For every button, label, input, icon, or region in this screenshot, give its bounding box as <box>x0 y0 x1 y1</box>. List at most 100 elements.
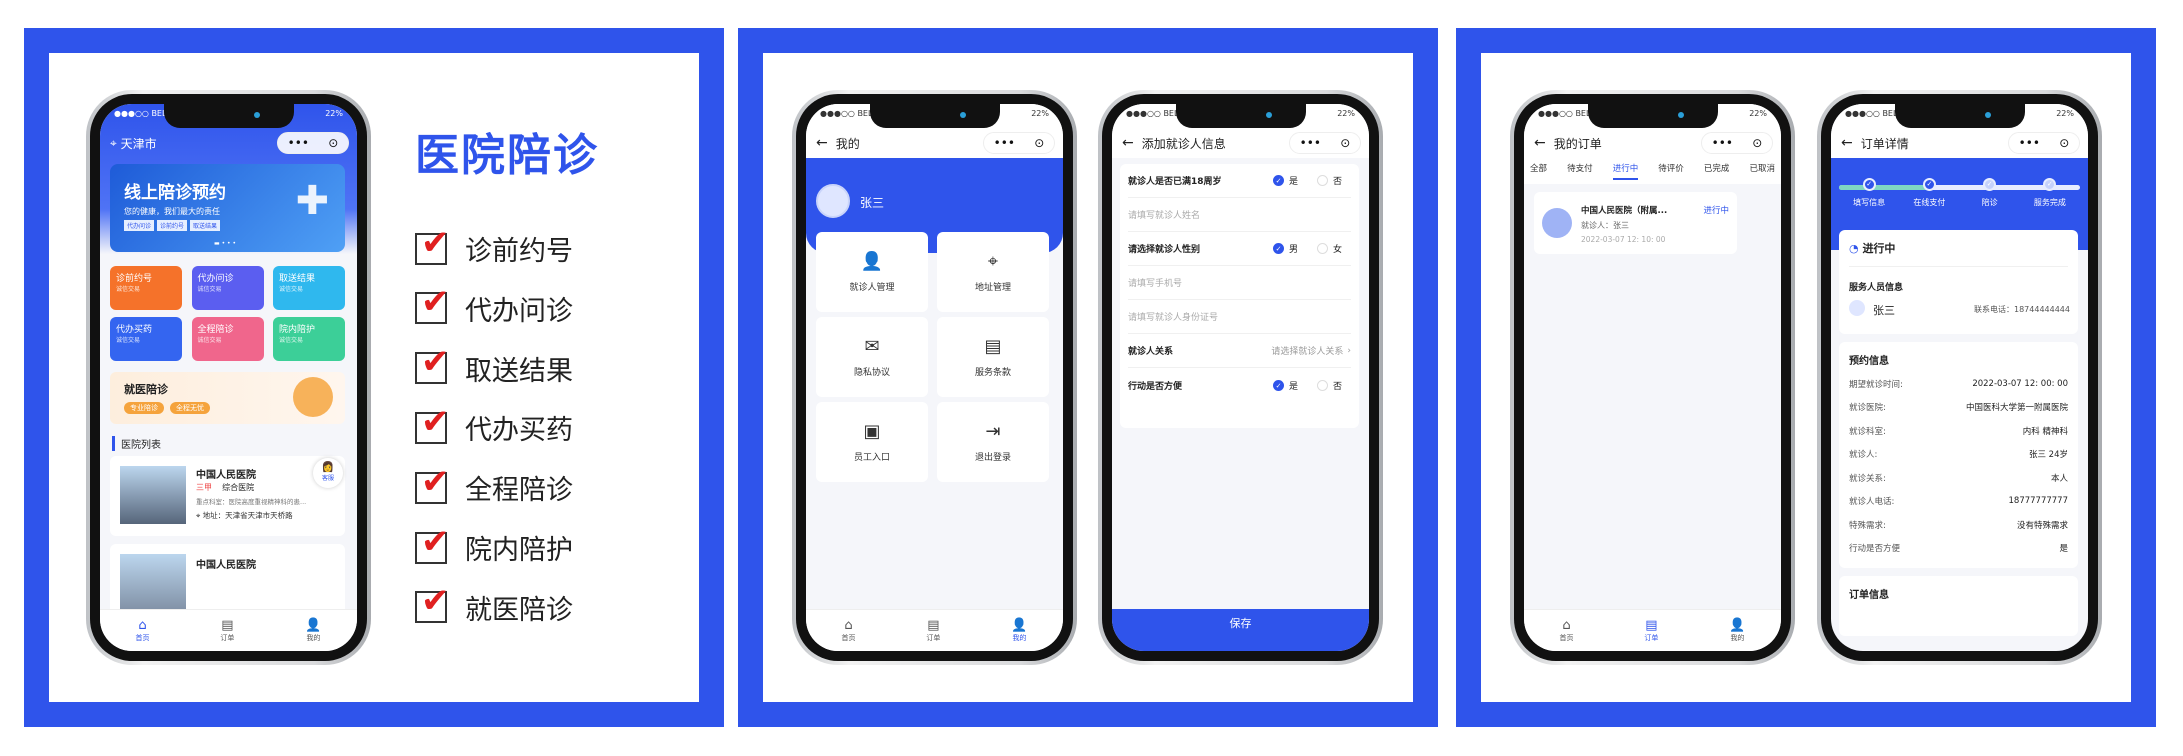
mobility-yes-radio[interactable]: ✓ 是 <box>1273 379 1307 392</box>
tab-home[interactable]: ⌂ 首页 <box>135 618 149 643</box>
carrier: ●●●○○ BELL <box>1845 109 1902 118</box>
relation-select[interactable]: 就诊人关系 请选择就诊人关系 › <box>1128 334 1351 368</box>
save-button[interactable]: 保存 <box>1112 609 1369 651</box>
target-icon[interactable]: ⊙ <box>2059 136 2069 150</box>
order-tab[interactable]: 已取消 <box>1749 162 1775 180</box>
info-row: 行动是否方便 是 <box>1849 537 2068 561</box>
female-radio[interactable]: 女 <box>1317 242 1351 255</box>
male-radio[interactable]: ✓ 男 <box>1273 242 1307 255</box>
avatar[interactable] <box>816 184 850 218</box>
phone-input[interactable]: 请填写手机号 <box>1128 266 1351 300</box>
info-value: 是 <box>2059 544 2068 555</box>
more-icon[interactable]: ••• <box>994 136 1015 150</box>
checkmark-icon <box>415 342 450 385</box>
adult-no-radio[interactable]: 否 <box>1317 174 1351 187</box>
section-title: 医院列表 <box>112 436 161 451</box>
tab-label: 订单 <box>1644 633 1659 642</box>
id-input[interactable]: 请填写就诊人身份证号 <box>1128 300 1351 334</box>
name-input[interactable]: 请填写就诊人姓名 <box>1128 198 1351 232</box>
capsule[interactable]: ••• ⊙ <box>277 132 349 154</box>
hospital-image <box>120 554 186 612</box>
tab-user[interactable]: 👤 我的 <box>1729 618 1745 643</box>
menu-patient-manage[interactable]: 👤 就诊人管理 <box>816 232 928 312</box>
capsule[interactable]: ••• ⊙ <box>1701 132 1773 154</box>
adult-label: 就诊人是否已满18周岁 <box>1128 177 1222 187</box>
menu-badge[interactable]: ▣ 员工入口 <box>816 402 928 482</box>
back-icon[interactable]: ← <box>1534 135 1546 151</box>
tab-order[interactable]: ▤ 订单 <box>220 618 234 643</box>
more-icon[interactable]: ••• <box>288 136 309 150</box>
order-tab[interactable]: 进行中 <box>1612 162 1639 180</box>
tab-home[interactable]: ⌂ 首页 <box>1559 618 1573 643</box>
target-icon[interactable]: ⊙ <box>1752 136 1762 150</box>
banner[interactable]: 线上陪诊预约 您的健康，我们最大的责任 代办问诊 诊前约号 取送结果 ✚ ▬ • •… <box>110 164 345 252</box>
tab-user[interactable]: 👤 我的 <box>1011 618 1027 643</box>
location-icon[interactable]: ⌖ <box>110 136 121 151</box>
back-icon[interactable]: ← <box>1841 135 1853 151</box>
mobility-no-radio[interactable]: 否 <box>1317 379 1351 392</box>
order-card[interactable]: 中国人民医院（附属... 进行中 就诊人：张三 2022-03-07 12: 1… <box>1534 192 1737 254</box>
adult-yes-radio[interactable]: ✓ 是 <box>1273 174 1307 187</box>
promo-title: 医院陪诊 <box>415 130 599 181</box>
back-icon[interactable]: ← <box>1122 135 1134 151</box>
hospital-name: 中国人民医院 <box>196 470 256 481</box>
menu-document[interactable]: ▤ 服务条款 <box>937 317 1049 397</box>
menu-location[interactable]: ⌖ 地址管理 <box>937 232 1049 312</box>
service-tile[interactable]: 诊前约号 诚信交易 <box>110 266 182 310</box>
promo-card[interactable]: 就医陪诊 专业陪诊 全程无忧 <box>110 372 345 424</box>
hospital-card[interactable]: 中国人民医院 三甲 综合医院 重点科室：医院高度重视精神科的患... ⌖ 地址：… <box>110 456 345 536</box>
customer-service-button[interactable]: 👩 客服 <box>313 458 343 488</box>
staff-phone[interactable]: 联系电话：18744444444 <box>1974 304 2070 315</box>
more-icon[interactable]: ••• <box>1712 136 1733 150</box>
step: ✓ 服务完成 <box>2020 178 2080 208</box>
gender-label: 请选择就诊人性别 <box>1128 245 1201 255</box>
tab-user[interactable]: 👤 我的 <box>305 618 321 643</box>
service-tile[interactable]: 代办问诊 诚信交易 <box>191 266 264 310</box>
capsule[interactable]: ••• ⊙ <box>1289 132 1361 154</box>
order-tab[interactable]: 待支付 <box>1567 162 1593 180</box>
service-tile[interactable]: 取送结果 诚信交易 <box>273 266 345 310</box>
tile-title: 院内陪护 <box>279 325 316 335</box>
battery: 22% <box>1749 109 1767 118</box>
service-tile[interactable]: 代办买药 诚信交易 <box>110 317 182 361</box>
more-icon[interactable]: ••• <box>1300 136 1321 150</box>
info-label: 期望就诊时间: <box>1849 379 1903 390</box>
tab-order[interactable]: ▤ 订单 <box>926 618 940 643</box>
tab-home[interactable]: ⌂ 首页 <box>841 618 855 643</box>
capsule[interactable]: ••• ⊙ <box>2008 132 2080 154</box>
order-tab[interactable]: 待评价 <box>1658 162 1684 180</box>
tile-title: 全程陪诊 <box>197 325 234 335</box>
order-tab[interactable]: 全部 <box>1530 162 1547 180</box>
info-row: 特殊需求: 没有特殊需求 <box>1849 513 2068 537</box>
id-placeholder: 请填写就诊人身份证号 <box>1128 313 1219 323</box>
capsule[interactable]: ••• ⊙ <box>983 132 1055 154</box>
menu-logout[interactable]: ⇥ 退出登录 <box>937 402 1049 482</box>
tile-sub: 诚信交易 <box>279 286 304 293</box>
carousel-dots[interactable]: ▬ • • • <box>214 240 236 247</box>
city[interactable]: 天津市 <box>121 135 157 152</box>
menu-label: 服务条款 <box>974 368 1011 378</box>
banner-tag: 取送结果 <box>190 220 221 231</box>
tab-order[interactable]: ▤ 订单 <box>1644 618 1659 643</box>
order-info-card: 订单信息 <box>1839 576 2078 636</box>
battery: 22% <box>2056 109 2074 118</box>
location-icon: ⌖ <box>196 511 203 520</box>
target-icon[interactable]: ⊙ <box>1034 136 1044 150</box>
feature-item: 全程陪诊 <box>415 462 573 507</box>
tab-bar: ⌂ 首页 ▤ 订单 👤 我的 <box>100 609 357 651</box>
menu-label: 隐私协议 <box>853 368 890 378</box>
more-icon[interactable]: ••• <box>2019 136 2040 150</box>
back-icon[interactable]: ← <box>816 135 828 151</box>
page-title: 我的 <box>835 136 860 151</box>
target-icon[interactable]: ⊙ <box>1340 136 1350 150</box>
phone-orders: ●●●○○ BELL 22% ← 我的订单 ••• ⊙ 全部 待支付 进行中 待评价 已完成已… <box>1510 90 1795 665</box>
info-value: 中国医科大学第一附属医院 <box>1965 403 2068 414</box>
service-tile[interactable]: 全程陪诊 诚信交易 <box>191 317 264 361</box>
order-tab[interactable]: 已完成 <box>1704 162 1730 180</box>
menu-label: 地址管理 <box>974 283 1011 293</box>
service-tile[interactable]: 院内陪护 诚信交易 <box>273 317 345 361</box>
info-row: 就诊医院: 中国医科大学第一附属医院 <box>1849 396 2068 420</box>
target-icon[interactable]: ⊙ <box>328 136 338 150</box>
radio-label: 否 <box>1333 381 1343 392</box>
menu-envelope[interactable]: ✉ 隐私协议 <box>816 317 928 397</box>
